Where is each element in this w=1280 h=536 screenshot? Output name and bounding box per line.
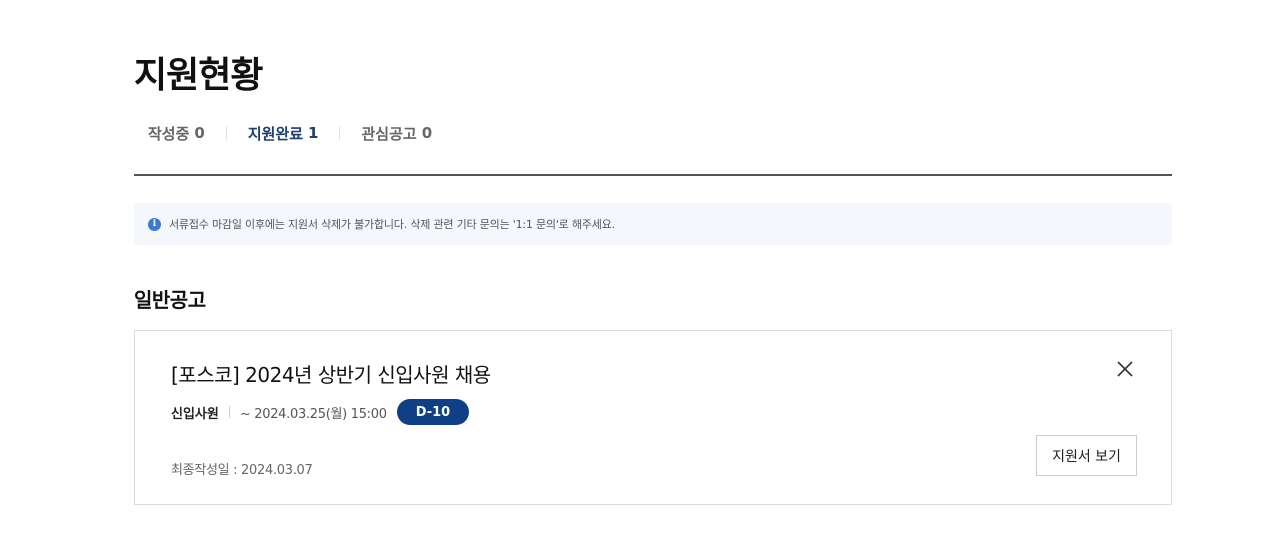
- tab-label: 작성중: [148, 124, 190, 143]
- tab-count: 1: [308, 124, 319, 142]
- tab-count: 0: [421, 124, 433, 142]
- last-updated: 최종작성일 : 2024.03.07: [171, 463, 313, 478]
- close-icon-graphic: [1117, 361, 1133, 377]
- tab-submitted[interactable]: 지원완료 1: [248, 123, 319, 144]
- tab-count: 0: [194, 124, 205, 142]
- application-meta: 신입사원 ~ 2024.03.25(월) 15:00 D-10: [171, 398, 470, 426]
- view-application-button[interactable]: 지원서 보기: [1036, 435, 1137, 476]
- meta-divider: [228, 406, 230, 418]
- tab-divider: [339, 126, 341, 140]
- application-title: [포스코] 2024년 상반기 신입사원 채용: [171, 363, 491, 387]
- status-tabs: 작성중 0 지원완료 1 관심공고 0: [134, 122, 432, 144]
- deadline: ~ 2024.03.25(월) 15:00: [239, 406, 387, 422]
- tab-bookmarked[interactable]: 관심공고 0: [361, 123, 432, 144]
- tab-label: 지원완료: [247, 124, 304, 143]
- tab-label: 관심공고: [361, 124, 417, 143]
- application-card: [포스코] 2024년 상반기 신입사원 채용 신입사원 ~ 2024.03.2…: [134, 330, 1172, 505]
- job-type: 신입사원: [171, 406, 219, 422]
- tab-drafting[interactable]: 작성중 0: [134, 123, 205, 144]
- page-title: 지원현황: [134, 55, 263, 96]
- notice-text: 서류접수 마감일 이후에는 지원서 삭제가 불가합니다. 삭제 관련 기타 문의…: [169, 218, 615, 231]
- notice-banner: i 서류접수 마감일 이후에는 지원서 삭제가 불가합니다. 삭제 관련 기타 …: [134, 203, 1172, 245]
- dday-badge: D-10: [396, 399, 470, 425]
- info-icon: i: [148, 217, 161, 231]
- section-title: 일반공고: [134, 288, 206, 312]
- tabs-divider-line: [134, 174, 1172, 176]
- tab-divider: [225, 126, 227, 140]
- close-icon[interactable]: [1115, 359, 1135, 379]
